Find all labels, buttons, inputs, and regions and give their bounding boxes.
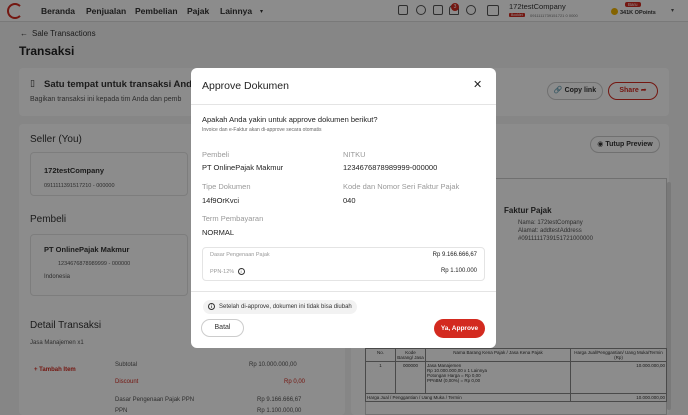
app-root: Beranda Penjualan Pembelian Pajak Lainny… xyxy=(0,0,688,415)
ppn-summary-label: PPN-12% i xyxy=(210,268,249,275)
cancel-button[interactable]: Batal xyxy=(201,319,244,337)
approve-warning: i Setelah di-approve, dokumen ini tidak b… xyxy=(203,300,357,314)
dpp-summary-value: Rp 9.166.666,67 xyxy=(432,252,477,258)
approve-warning-text: Setelah di-approve, dokumen ini tidak bi… xyxy=(219,304,352,310)
nitku-label: NITKU xyxy=(343,150,366,159)
ppn-summary-label-text: PPN-12% xyxy=(210,268,235,275)
doc-type-value: 14f9OrKvci xyxy=(202,196,240,205)
payment-term-label: Term Pembayaran xyxy=(202,214,264,223)
dialog-subtext: Invoice dan e-Faktur akan di-approve sec… xyxy=(202,127,322,133)
ppn-summary-value: Rp 1.100.000 xyxy=(440,268,477,274)
info-icon[interactable]: i xyxy=(237,268,245,275)
info-icon: i xyxy=(208,302,215,310)
nitku-value: 1234676878989999-000000 xyxy=(343,163,438,172)
dialog-divider xyxy=(191,291,496,292)
doc-type-label: Tipe Dokumen xyxy=(202,182,251,191)
buyer-label: Pembeli xyxy=(202,150,230,159)
buyer-value: PT OnlinePajak Makmur xyxy=(202,163,284,172)
dialog-title: Approve Dokumen xyxy=(202,80,289,92)
tax-summary-box: Dasar Pengenaan Pajak Rp 9.166.666,67 PP… xyxy=(202,247,485,281)
close-icon[interactable]: ✕ xyxy=(473,78,482,91)
dpp-summary-label: Dasar Pengenaan Pajak xyxy=(210,252,270,258)
approve-dialog: Approve Dokumen ✕ Apakah Anda yakin untu… xyxy=(191,68,496,348)
serial-value: 040 xyxy=(343,196,356,205)
dialog-divider xyxy=(191,104,496,105)
approve-button[interactable]: Ya, Approve xyxy=(434,319,485,338)
payment-term-value: NORMAL xyxy=(202,228,235,237)
dialog-question: Apakah Anda yakin untuk approve dokumen … xyxy=(202,115,378,124)
serial-label: Kode dan Nomor Seri Faktur Pajak xyxy=(343,182,460,191)
